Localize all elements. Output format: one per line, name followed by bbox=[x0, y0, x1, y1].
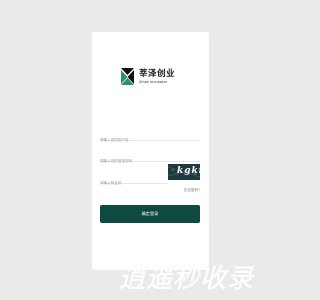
login-button[interactable]: 确定登录 bbox=[100, 205, 200, 223]
login-card: 莘泽创业 Xinze Incubator kgki 忘记密码? 确定登录 bbox=[92, 32, 209, 270]
password-field-wrapper bbox=[100, 147, 200, 168]
page: 莘泽创业 Xinze Incubator kgki 忘记密码? 确定登录 逍遥秒… bbox=[0, 0, 300, 300]
forgot-password-link[interactable]: 忘记密码? bbox=[184, 188, 200, 193]
logo-icon bbox=[121, 68, 134, 85]
captcha-text: kgki bbox=[177, 166, 200, 176]
captcha-input[interactable] bbox=[100, 176, 168, 190]
username-field-wrapper bbox=[100, 126, 200, 147]
logo-subtitle: Xinze Incubator bbox=[139, 80, 168, 84]
watermark-text: 逍遥秒收录 bbox=[119, 264, 255, 294]
username-input[interactable] bbox=[100, 133, 200, 147]
logo-name: 莘泽创业 bbox=[139, 69, 176, 79]
captcha-image[interactable]: kgki bbox=[168, 164, 200, 180]
captcha-field-wrapper bbox=[100, 169, 168, 190]
